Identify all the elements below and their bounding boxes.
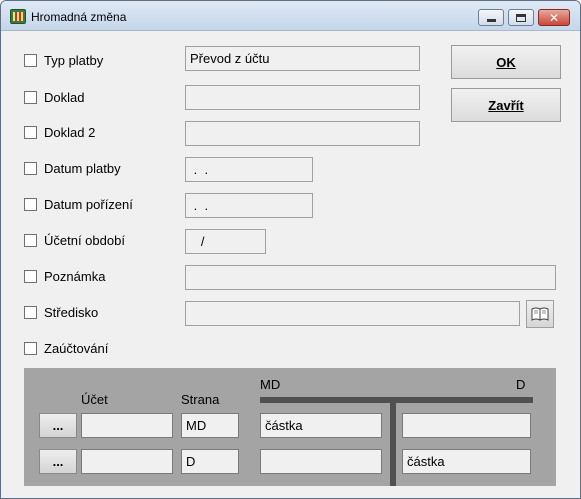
zauctovani-checkbox[interactable] [24,342,37,355]
window-title: Hromadná změna [31,10,127,24]
md-header: MD [260,377,281,392]
poznamka-checkbox-row[interactable]: Poznámka [24,269,105,284]
datum-porizeni-checkbox[interactable] [24,198,37,211]
doklad-checkbox-row[interactable]: Doklad [24,90,84,105]
account-field[interactable] [81,449,173,474]
datum-platby-label: Datum platby [44,161,121,176]
app-icon [10,9,26,24]
md-d-vertical-divider [390,403,396,486]
md-amount-field[interactable] [260,449,382,474]
side-field[interactable]: D [181,449,239,474]
maximize-button[interactable] [508,9,534,26]
poznamka-field[interactable] [185,265,556,290]
ucetni-obdobi-checkbox-row[interactable]: Účetní období [24,233,125,248]
close-window-button[interactable]: ✕ [538,9,570,26]
datum-platby-field[interactable]: . . [185,157,313,182]
datum-porizeni-label: Datum pořízení [44,197,133,212]
doklad-2-checkbox-row[interactable]: Doklad 2 [24,125,95,140]
account-browse-button[interactable]: ... [39,413,77,438]
poznamka-checkbox[interactable] [24,270,37,283]
ucetni-obdobi-label: Účetní období [44,233,125,248]
title-bar[interactable]: Hromadná změna ✕ [1,1,580,31]
book-icon [531,307,549,321]
close-icon: ✕ [548,10,560,25]
minimize-button[interactable] [478,9,504,26]
stredisko-checkbox-row[interactable]: Středisko [24,305,98,320]
datum-porizeni-checkbox-row[interactable]: Datum pořízení [24,197,133,212]
maximize-icon [516,13,526,22]
account-field[interactable] [81,413,173,438]
ucetni-obdobi-field[interactable]: / [185,229,266,254]
datum-platby-checkbox[interactable] [24,162,37,175]
d-amount-field[interactable] [402,413,531,438]
datum-platby-checkbox-row[interactable]: Datum platby [24,161,121,176]
stredisko-checkbox[interactable] [24,306,37,319]
dialog-window: Hromadná změna ✕ Typ platby Převod z účt… [0,0,581,499]
d-header: D [516,377,526,392]
md-d-separator-bar [260,397,533,403]
typ-platby-label: Typ platby [44,53,104,68]
doklad-label: Doklad [44,90,85,105]
stredisko-lookup-button[interactable] [526,300,554,328]
doklad-checkbox[interactable] [24,91,37,104]
poznamka-label: Poznámka [44,269,106,284]
account-browse-button[interactable]: ... [39,449,77,474]
datum-porizeni-field[interactable]: . . [185,193,313,218]
ok-button[interactable]: OK [451,45,561,79]
typ-platby-checkbox-row[interactable]: Typ platby [24,53,103,68]
stredisko-field[interactable] [185,301,520,326]
side-header: Strana [181,392,220,407]
zauctovani-label: Zaúčtování [44,341,109,356]
side-field[interactable]: MD [181,413,239,438]
minimize-icon [486,19,496,22]
doklad-2-field[interactable] [185,121,420,146]
md-amount-field[interactable]: částka [260,413,382,438]
doklad-2-label: Doklad 2 [44,125,96,140]
doklad-field[interactable] [185,85,420,110]
close-button[interactable]: Zavřít [451,88,561,122]
typ-platby-checkbox[interactable] [24,54,37,67]
doklad-2-checkbox[interactable] [24,126,37,139]
stredisko-label: Středisko [44,305,99,320]
ucetni-obdobi-checkbox[interactable] [24,234,37,247]
typ-platby-field[interactable]: Převod z účtu [185,46,420,71]
d-amount-field[interactable]: částka [402,449,531,474]
zauctovani-checkbox-row[interactable]: Zaúčtování [24,341,108,356]
account-header: Účet [81,392,108,407]
